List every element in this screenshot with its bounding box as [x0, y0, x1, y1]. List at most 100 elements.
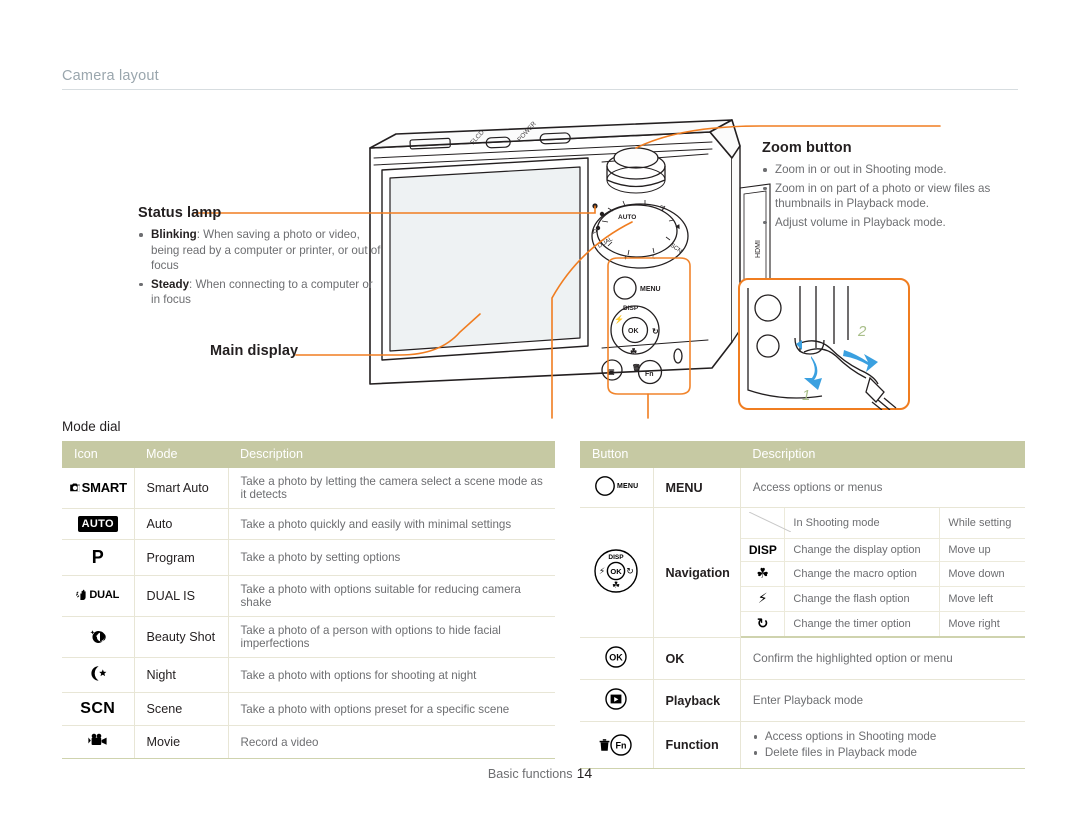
scene-icon: SCN — [62, 692, 135, 726]
strap-step-2: 2 — [857, 323, 867, 340]
table-row: MENU MENU Access options or menus — [580, 468, 1025, 508]
status-lamp-item-lead: Blinking — [151, 228, 197, 241]
zoom-button-list: Zoom in or out in Shooting mode. Zoom in… — [762, 162, 1024, 230]
button-section: Button Description MENU MENU Access opti… — [580, 441, 1025, 769]
nav-row: ↻ Change the timer option Move right — [740, 611, 1025, 637]
navigation-button-icon: OK DISP ⚡ ↻ ☘ — [580, 507, 654, 638]
mode-dial-title: Mode dial — [62, 419, 121, 434]
main-display-annotation: Main display — [210, 343, 298, 359]
status-lamp-item-lead: Steady — [151, 277, 190, 291]
button-description: Confirm the highlighted option or menu — [740, 637, 1025, 680]
status-lamp-item: Steady: When connecting to a computer or… — [138, 277, 383, 308]
nav-row: ⚡ Change the flash option Move left — [740, 586, 1025, 612]
ok-button-icon: OK — [580, 637, 654, 680]
nav-setting-text: Move right — [939, 611, 1025, 637]
page-header: Camera layout — [62, 68, 1018, 90]
status-lamp-item: Blinking: When saving a photo or video, … — [138, 227, 383, 274]
button-table: Button Description MENU MENU Access opti… — [580, 441, 1025, 769]
zoom-button-item: Zoom in on part of a photo or view files… — [762, 181, 1024, 212]
function-items-list: Access options in Shooting mode Delete f… — [753, 729, 1015, 761]
footer-page-number: 14 — [576, 765, 593, 781]
nav-shooting-text: Change the timer option — [784, 611, 941, 637]
zoom-button-title: Zoom button — [762, 140, 852, 156]
table-header-row: Icon Mode Description — [62, 441, 555, 468]
svg-text:⚡: ⚡ — [599, 567, 605, 577]
nav-col-setting: While setting — [939, 508, 1025, 539]
svg-text:☘: ☘ — [612, 581, 620, 591]
nav-shooting-text: Change the display option — [784, 538, 941, 562]
program-icon: P — [62, 539, 135, 576]
svg-text:Fn: Fn — [616, 741, 627, 751]
dual-is-icon: DUAL — [62, 575, 135, 617]
table-row: SMART Smart Auto Take a photo by letting… — [62, 468, 555, 509]
mode-description: Take a photo by letting the camera selec… — [228, 468, 555, 509]
mode-name: Program — [134, 539, 229, 576]
button-name: Navigation — [653, 507, 741, 638]
column-header-description: Description — [740, 441, 1025, 468]
table-row: Night Take a photo with options for shoo… — [62, 657, 555, 693]
table-row: AUTO Auto Take a photo quickly and easil… — [62, 508, 555, 540]
svg-text:OK: OK — [611, 567, 623, 576]
zoom-button-annotation: Zoom button Zoom in or out in Shooting m… — [762, 140, 1024, 233]
navigation-sub-table: In Shooting mode While setting DISP Chan… — [740, 508, 1025, 637]
mode-name: Smart Auto — [134, 468, 229, 509]
button-description: Enter Playback mode — [740, 679, 1025, 722]
column-header-button: Button — [580, 441, 741, 468]
column-header-icon: Icon — [62, 441, 134, 468]
mode-name: Beauty Shot — [134, 616, 229, 658]
table-row: Movie Record a video — [62, 725, 555, 759]
nav-setting-text: Move left — [939, 586, 1025, 612]
button-name: OK — [653, 637, 741, 680]
navigation-sub-table-cell: In Shooting mode While setting DISP Chan… — [740, 507, 1025, 638]
mode-name: Night — [134, 657, 229, 693]
auto-icon-text: AUTO — [77, 516, 118, 532]
page-title: Camera layout — [62, 68, 159, 84]
program-icon-text: P — [91, 547, 104, 567]
nav-shooting-text: Change the flash option — [784, 586, 941, 612]
zoom-button-item: Zoom in or out in Shooting mode. — [762, 162, 1024, 178]
svg-text:↻: ↻ — [626, 567, 634, 577]
page-footer: Basic functions 14 — [0, 765, 1080, 781]
column-header-mode: Mode — [134, 441, 228, 468]
status-lamp-title: Status lamp — [138, 205, 222, 221]
menu-button-icon-text: MENU — [617, 482, 639, 490]
mode-description: Take a photo of a person with options to… — [228, 616, 555, 658]
zoom-button-item: Adjust volume in Playback mode. — [762, 215, 1024, 231]
table-row: Beauty Shot Take a photo of a person wit… — [62, 616, 555, 658]
mode-name: Scene — [134, 692, 229, 726]
playback-button-icon — [580, 679, 654, 722]
strap-attachment-detail: 1 2 — [738, 278, 910, 411]
button-name: MENU — [653, 468, 741, 508]
mode-description: Take a photo with options for shooting a… — [228, 657, 555, 693]
column-header-description: Description — [228, 441, 555, 468]
nav-row: DISP Change the display option Move up — [740, 538, 1025, 562]
mode-dial-section: Mode dial Icon Mode Description SMART Sm… — [62, 419, 555, 759]
timer-icon: ↻ — [740, 611, 786, 637]
button-name: Function — [653, 721, 741, 769]
smart-auto-icon: SMART — [62, 468, 135, 509]
table-row: SCN Scene Take a photo with options pres… — [62, 692, 555, 726]
table-row: DUAL DUAL IS Take a photo with options s… — [62, 575, 555, 617]
mode-name: DUAL IS — [134, 575, 229, 617]
footer-section: Basic functions — [487, 767, 573, 781]
main-display-title: Main display — [210, 343, 299, 359]
mode-name: Auto — [134, 508, 229, 540]
macro-icon: ☘ — [740, 561, 786, 587]
table-row: OK DISP ⚡ ↻ ☘ Navigation In Shooting mod… — [580, 507, 1025, 638]
strap-step-1: 1 — [802, 387, 810, 404]
nav-diagonal-cell — [740, 508, 791, 539]
function-button-icon: Fn — [580, 721, 654, 769]
table-row: P Program Take a photo by setting option… — [62, 539, 555, 576]
button-description: Access options or menus — [740, 468, 1025, 508]
dual-is-icon-text: DUAL — [89, 588, 120, 601]
disp-icon: DISP — [740, 538, 786, 562]
function-item: Access options in Shooting mode — [753, 729, 1015, 745]
function-item: Delete files in Playback mode — [753, 745, 1015, 761]
nav-setting-text: Move down — [939, 561, 1025, 587]
table-row: OK OK Confirm the highlighted option or … — [580, 637, 1025, 680]
table-row: Playback Enter Playback mode — [580, 679, 1025, 722]
movie-icon — [62, 725, 135, 759]
svg-text:DISP: DISP — [609, 554, 625, 561]
beauty-shot-icon — [62, 616, 135, 658]
svg-text:OK: OK — [610, 653, 624, 663]
